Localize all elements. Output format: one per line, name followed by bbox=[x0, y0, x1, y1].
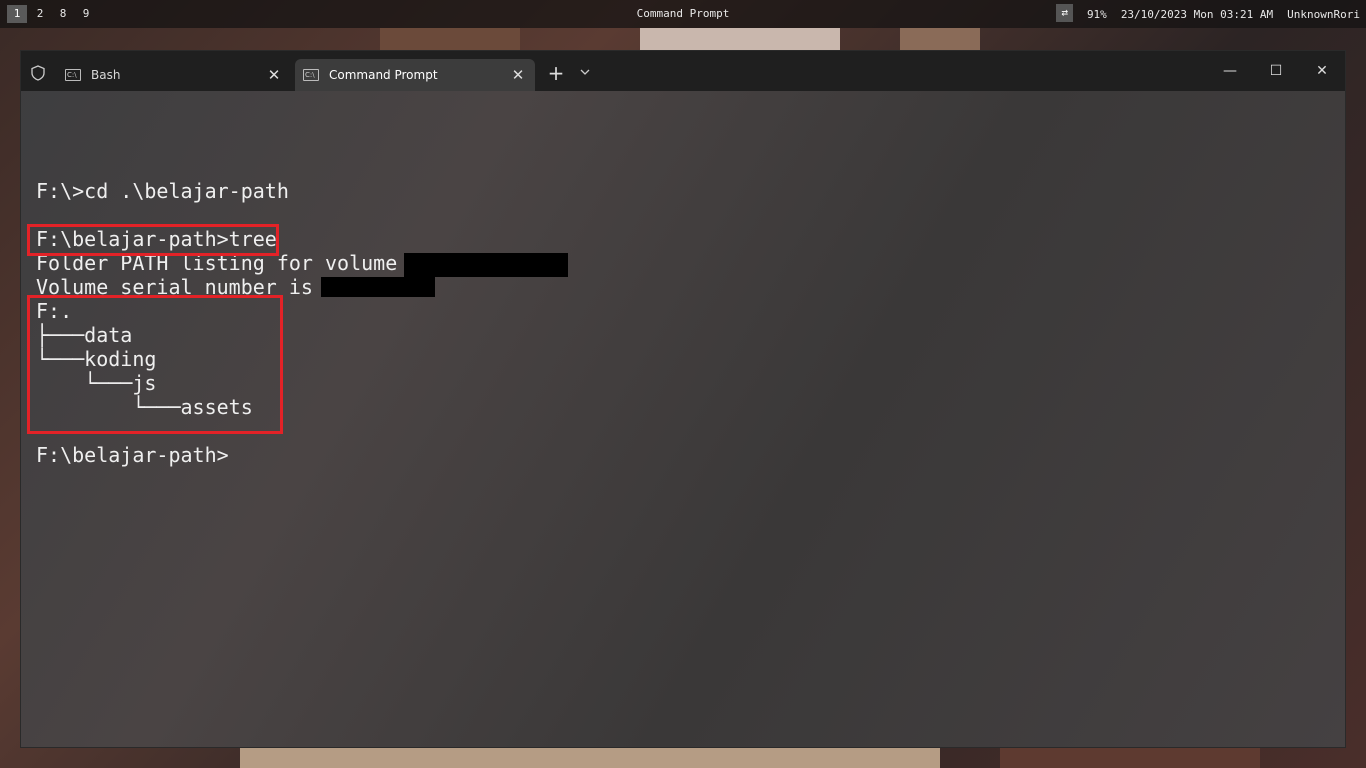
wallpaper-fragment bbox=[380, 28, 520, 50]
wallpaper-fragment bbox=[900, 28, 980, 50]
redaction-box bbox=[321, 277, 435, 297]
cmd-icon: C:\ bbox=[303, 69, 319, 81]
highlight-box-tree-output bbox=[27, 295, 283, 434]
chevron-down-icon[interactable] bbox=[578, 65, 592, 79]
tab-label: Command Prompt bbox=[329, 68, 438, 82]
wallpaper-fragment bbox=[640, 28, 840, 50]
maximize-button[interactable]: ☐ bbox=[1264, 61, 1288, 81]
minimize-button[interactable]: — bbox=[1218, 61, 1242, 81]
terminal-window: C:\ Bash ✕ C:\ Command Prompt ✕ + — ☐ ✕ … bbox=[21, 51, 1345, 747]
network-icon[interactable]: ⇄ bbox=[1056, 4, 1073, 22]
tab-command-prompt[interactable]: C:\ Command Prompt ✕ bbox=[295, 59, 535, 91]
shield-icon bbox=[31, 65, 45, 81]
wallpaper-fragment bbox=[240, 748, 940, 768]
tab-bar: C:\ Bash ✕ C:\ Command Prompt ✕ + — ☐ ✕ bbox=[21, 51, 1345, 91]
close-tab-icon[interactable]: ✕ bbox=[507, 66, 529, 84]
close-tab-icon[interactable]: ✕ bbox=[263, 66, 285, 84]
battery-level: 91% bbox=[1086, 8, 1107, 21]
tab-label: Bash bbox=[91, 68, 121, 82]
highlight-box-command bbox=[27, 224, 279, 256]
terminal-line: F:\belajar-path> bbox=[36, 443, 229, 467]
status-bar: 1 2 8 9 Command Prompt ⇄ 91% 23/10/2023 … bbox=[0, 0, 1366, 28]
tab-bash[interactable]: C:\ Bash ✕ bbox=[57, 59, 291, 91]
new-tab-button[interactable]: + bbox=[546, 63, 566, 83]
terminal-output[interactable]: F:\>cd .\belajar-path F:\belajar-path>tr… bbox=[27, 101, 1326, 721]
close-window-button[interactable]: ✕ bbox=[1310, 61, 1334, 81]
username: UnknownRori bbox=[1287, 8, 1360, 21]
clock: 23/10/2023 Mon 03:21 AM bbox=[1120, 8, 1274, 21]
wallpaper-fragment bbox=[1000, 748, 1260, 768]
cmd-icon: C:\ bbox=[65, 69, 81, 81]
terminal-line: F:\>cd .\belajar-path bbox=[36, 179, 289, 203]
redaction-box bbox=[404, 253, 568, 277]
